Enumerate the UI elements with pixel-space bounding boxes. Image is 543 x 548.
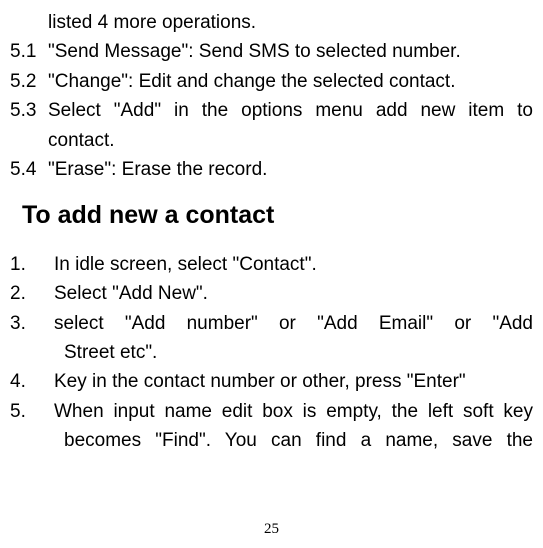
section-heading: To add new a contact bbox=[10, 201, 533, 230]
item-text: Key in the contact number or other, pres… bbox=[54, 367, 533, 396]
item-number: 5.1 bbox=[10, 37, 48, 66]
item-number: 5.2 bbox=[10, 67, 48, 96]
list-item: 5.4 "Erase": Erase the record. bbox=[10, 155, 533, 184]
item-number: 5.4 bbox=[10, 155, 48, 184]
item-text: When input name edit box is empty, the l… bbox=[54, 397, 533, 426]
item-number: 1. bbox=[10, 250, 54, 279]
item-text-continuation: contact. bbox=[10, 126, 533, 155]
item-text-continuation: Street etc". bbox=[10, 338, 533, 367]
item-number: 2. bbox=[10, 279, 54, 308]
list-item: 5.3 Select "Add" in the options menu add… bbox=[10, 96, 533, 125]
item-number: 5.3 bbox=[10, 96, 48, 125]
list-item: 2. Select "Add New". bbox=[10, 279, 533, 308]
page-number: 25 bbox=[264, 521, 279, 538]
list-item: 5. When input name edit box is empty, th… bbox=[10, 397, 533, 426]
item-text: Select "Add New". bbox=[54, 279, 533, 308]
list-item: 1. In idle screen, select "Contact". bbox=[10, 250, 533, 279]
list-item: 5.2 "Change": Edit and change the select… bbox=[10, 67, 533, 96]
item-text-continuation: becomes "Find". You can find a name, sav… bbox=[10, 426, 533, 455]
item-text: select "Add number" or "Add Email" or "A… bbox=[54, 309, 533, 338]
item-text: "Change": Edit and change the selected c… bbox=[48, 67, 533, 96]
item-number: 3. bbox=[10, 309, 54, 338]
item-text: Select "Add" in the options menu add new… bbox=[48, 96, 533, 125]
item-number: 4. bbox=[10, 367, 54, 396]
item-number: 5. bbox=[10, 397, 54, 426]
list-item: 3. select "Add number" or "Add Email" or… bbox=[10, 309, 533, 338]
continuation-text: listed 4 more operations. bbox=[10, 8, 533, 37]
item-text: "Send Message": Send SMS to selected num… bbox=[48, 37, 533, 66]
list-item: 5.1 "Send Message": Send SMS to selected… bbox=[10, 37, 533, 66]
item-text: In idle screen, select "Contact". bbox=[54, 250, 533, 279]
item-text: "Erase": Erase the record. bbox=[48, 155, 533, 184]
list-item: 4. Key in the contact number or other, p… bbox=[10, 367, 533, 396]
